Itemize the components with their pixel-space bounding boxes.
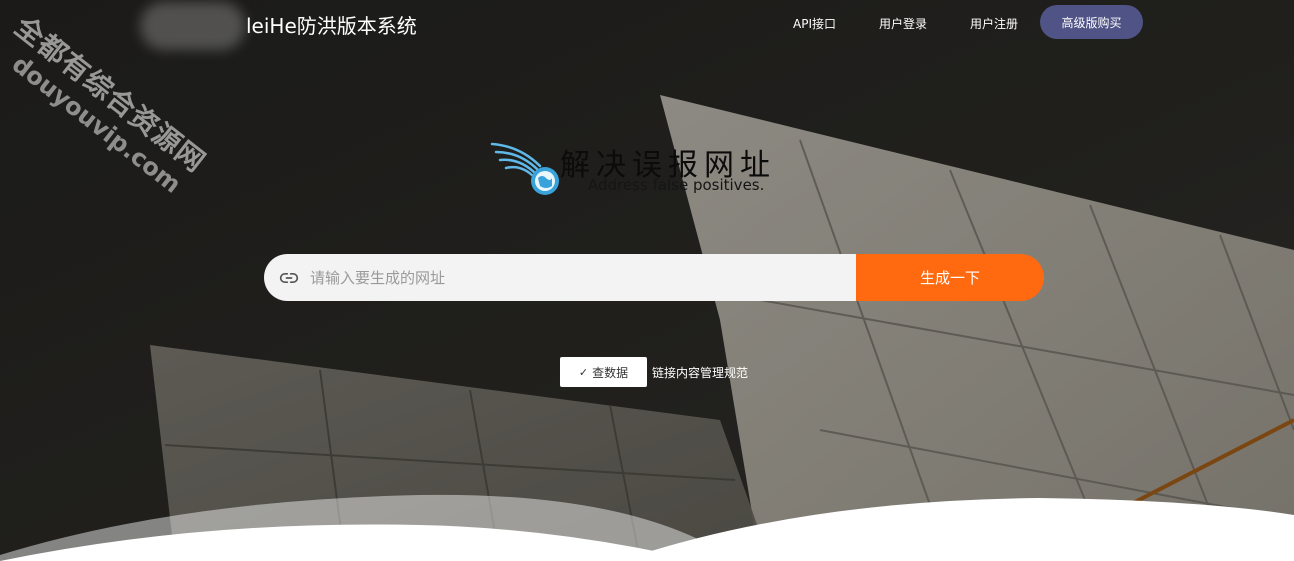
brand-subtitle: Address false positives.: [588, 176, 765, 194]
site-title[interactable]: leiHe防洪版本系统: [246, 10, 417, 39]
check-data-button[interactable]: ✓ 查数据: [560, 357, 647, 387]
check-icon: ✓: [578, 365, 589, 379]
page: 全都有综合资源网 douyouvip.com leiHe防洪版本系统 API接口…: [0, 0, 1294, 561]
wave-solid: [620, 498, 1294, 561]
nav-register-link[interactable]: 用户注册: [970, 15, 1018, 32]
content-policy-link[interactable]: 链接内容管理规范: [652, 364, 748, 381]
brand-banner: 解决误报网址 Address false positives.: [490, 138, 820, 203]
link-icon: [279, 273, 299, 283]
check-data-label: 查数据: [592, 365, 629, 380]
url-input[interactable]: [310, 254, 840, 301]
bottom-wave: [0, 494, 1294, 561]
buy-premium-button[interactable]: 高级版购买: [1040, 5, 1143, 39]
logo-image[interactable]: [140, 2, 245, 50]
winged-globe-icon: [490, 142, 559, 195]
search-input-container: [264, 254, 856, 301]
url-search-bar: 生成一下: [264, 254, 1044, 301]
nav-api-link[interactable]: API接口: [793, 15, 836, 32]
generate-button[interactable]: 生成一下: [856, 254, 1044, 301]
nav-login-link[interactable]: 用户登录: [879, 15, 927, 32]
